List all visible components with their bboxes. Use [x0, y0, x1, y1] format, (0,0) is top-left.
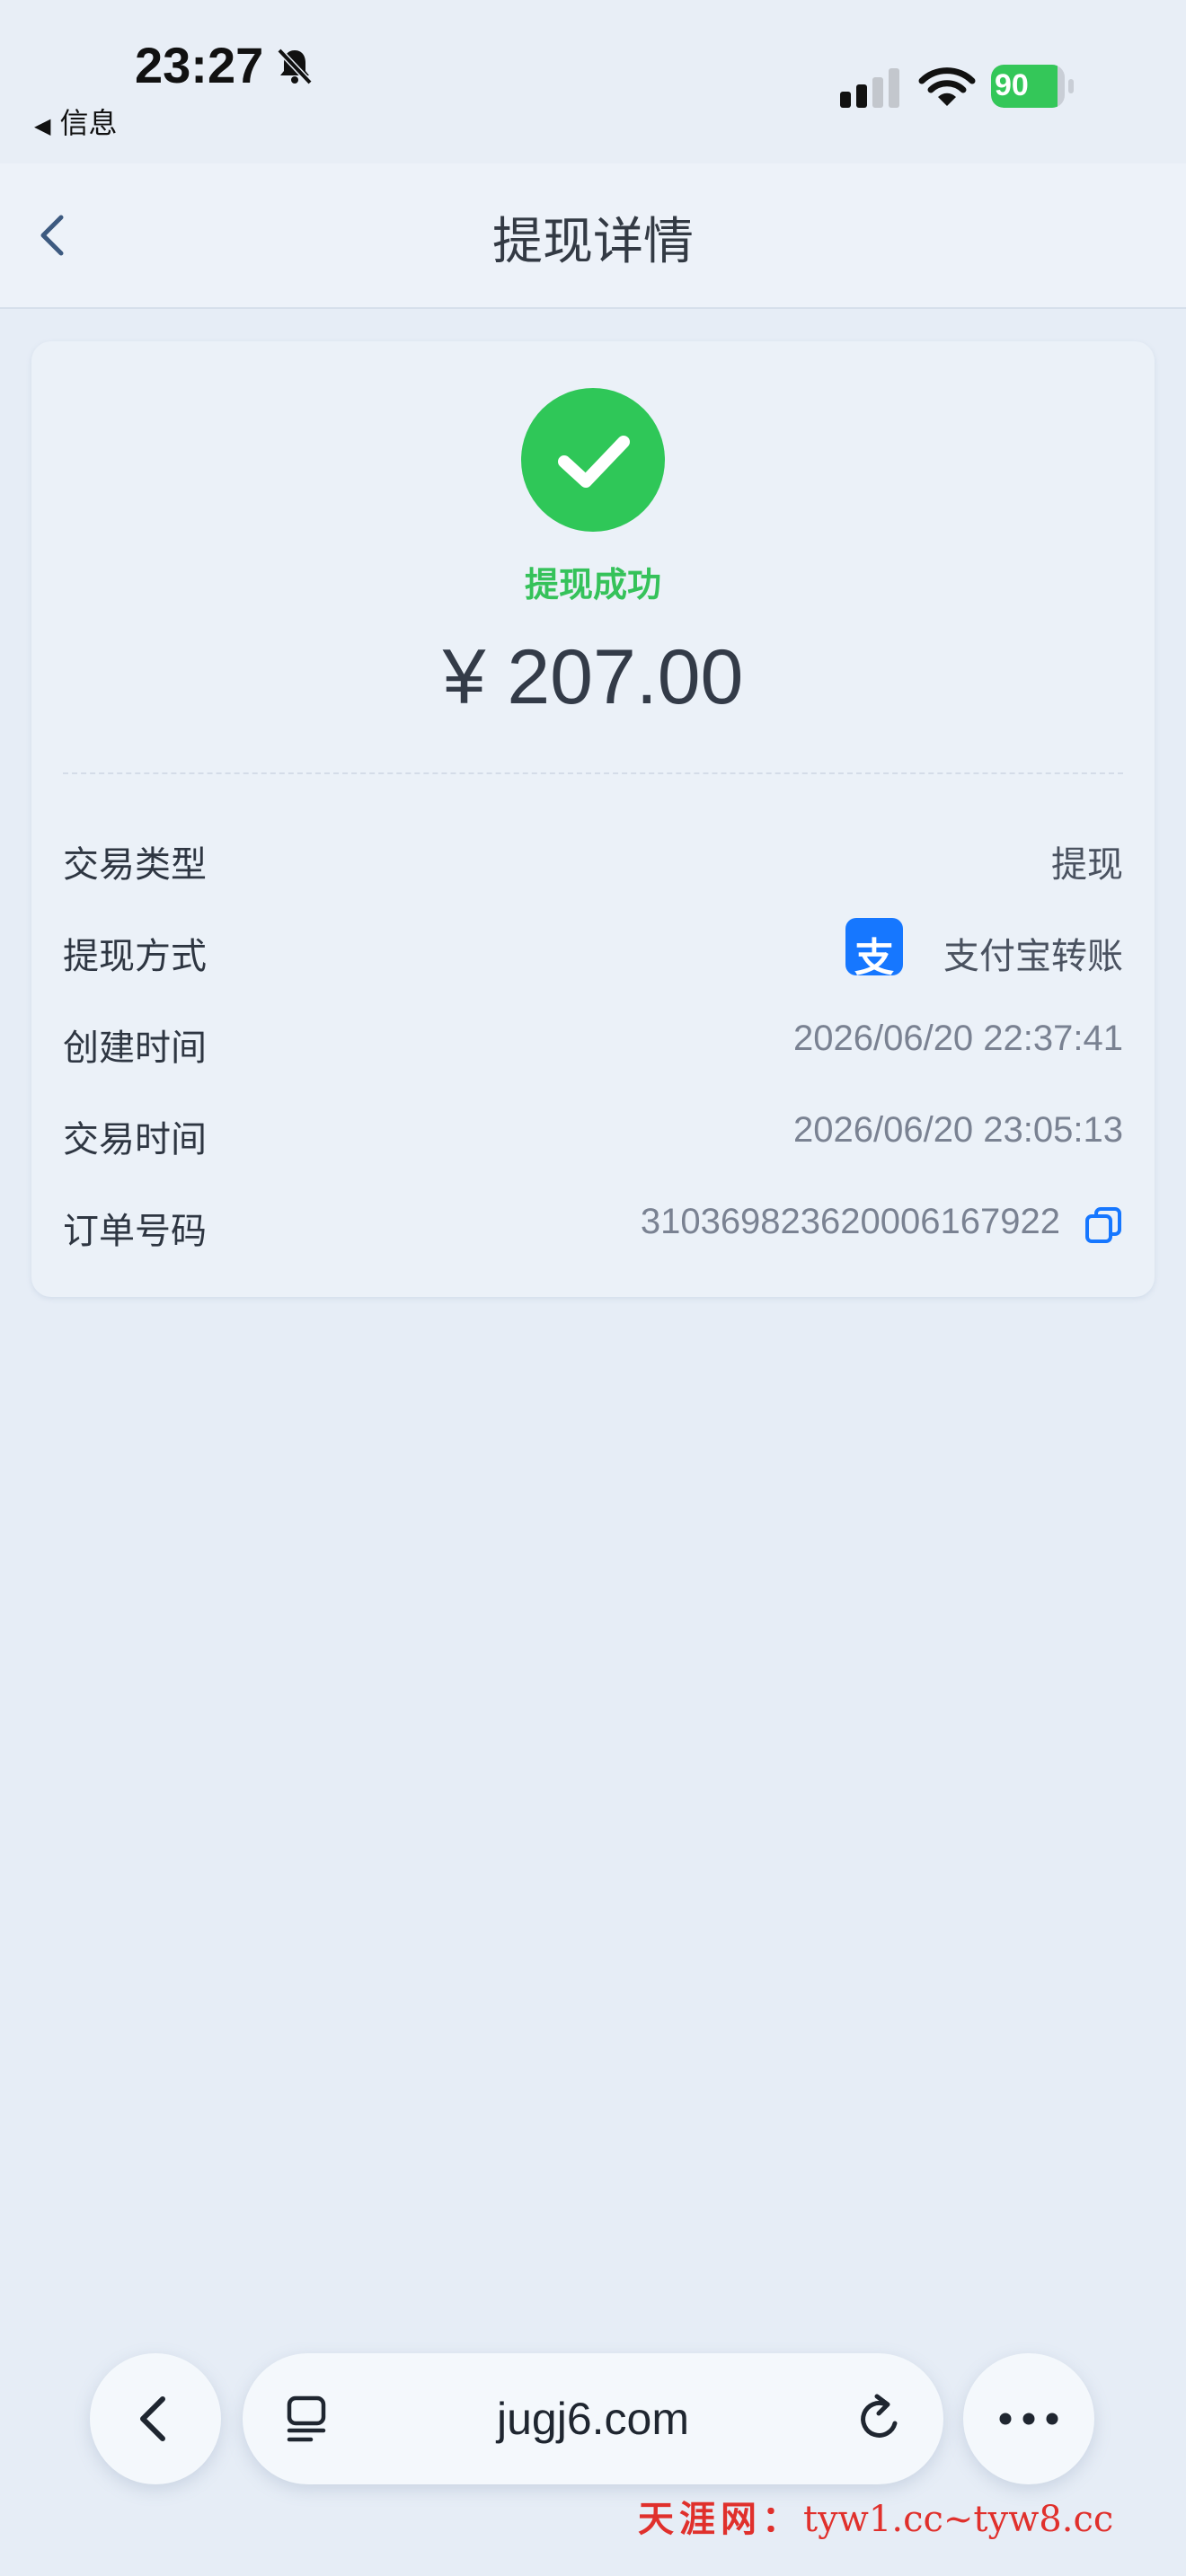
battery-tip	[1068, 79, 1074, 93]
back-to-app-link[interactable]: ◀ 信息	[34, 101, 117, 142]
row-label: 交易类型	[63, 845, 207, 885]
row-transaction-type: 交易类型 提现	[63, 826, 1123, 889]
row-value: 支付宝转账	[943, 937, 1123, 976]
battery-level: 90	[995, 68, 1029, 102]
status-time: 23:27	[135, 37, 264, 93]
row-withdraw-method: 提现方式 支 支付宝转账	[63, 918, 1123, 981]
page-title: 提现详情	[492, 213, 694, 269]
row-value: 2026/06/20 22:37:41	[792, 1019, 1123, 1058]
order-number-value: 310369823620006167922	[640, 1202, 1060, 1241]
row-order-number: 订单号码 310369823620006167922	[63, 1193, 1123, 1256]
alipay-icon: 支	[845, 918, 903, 980]
row-label: 交易时间	[63, 1120, 207, 1160]
amount: ¥ 207.00	[442, 634, 744, 720]
watermark-brand: 天涯网：	[638, 2498, 803, 2540]
dashed-divider	[63, 772, 1123, 774]
success-check-icon	[521, 388, 665, 532]
watermark: 天涯网：tyw1.cc~tyw8.cc	[638, 2490, 1113, 2542]
more-button[interactable]	[963, 2353, 1094, 2484]
row-value: 提现	[1051, 845, 1123, 885]
back-triangle-icon: ◀	[34, 114, 51, 138]
row-label: 订单号码	[63, 1212, 207, 1251]
url-text: jugj6.com	[497, 2394, 689, 2444]
withdraw-detail-card: 提现成功 ¥ 207.00 交易类型 提现 提现方式 支 支付宝转账 创建时间 …	[31, 341, 1155, 1297]
battery-body: 90	[991, 65, 1065, 108]
browser-back-button[interactable]	[90, 2353, 221, 2484]
row-label: 提现方式	[63, 937, 207, 976]
watermark-domains: tyw1.cc~tyw8.cc	[803, 2499, 1114, 2540]
reload-icon[interactable]	[854, 2393, 906, 2445]
alipay-logo-char: 支	[854, 936, 894, 980]
battery-charging-icon: 90	[991, 65, 1074, 108]
row-transaction-time: 交易时间 2026/06/20 23:05:13	[63, 1101, 1123, 1164]
status-bar: 23:27 ◀ 信息 90	[0, 0, 1186, 163]
signal-icon	[840, 68, 899, 108]
back-arrow-icon	[140, 2396, 165, 2441]
copy-icon[interactable]	[1084, 1205, 1123, 1245]
wifi-icon	[918, 67, 976, 106]
row-created-time: 创建时间 2026/06/20 22:37:41	[63, 1010, 1123, 1072]
checkmark-icon	[558, 436, 630, 488]
row-label: 创建时间	[63, 1028, 207, 1068]
nav-bar: 提现详情	[0, 163, 1186, 309]
status-text: 提现成功	[524, 567, 661, 604]
bell-slash-icon	[277, 48, 313, 85]
address-bar[interactable]: jugj6.com	[243, 2353, 943, 2484]
row-value: 2026/06/20 23:05:13	[792, 1110, 1123, 1150]
more-dots-icon	[999, 2413, 1058, 2425]
back-app-label: 信息	[59, 107, 118, 139]
